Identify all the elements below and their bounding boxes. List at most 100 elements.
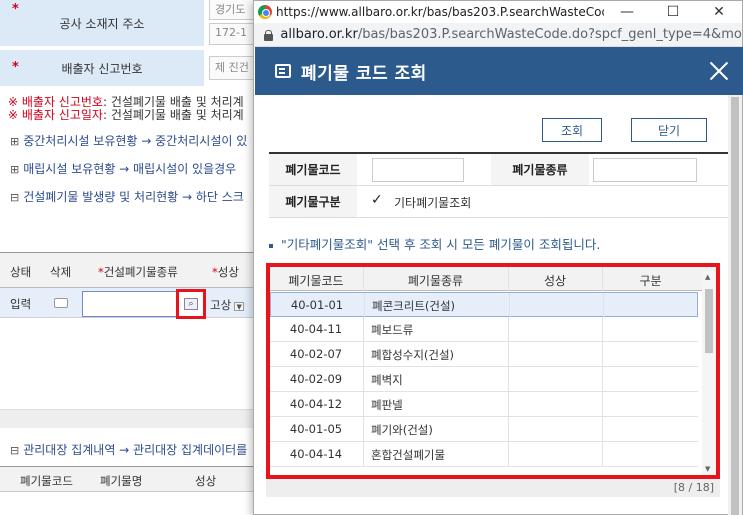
ledger-col-code: 폐기물코드 xyxy=(20,474,73,488)
link-management-ledger[interactable]: ⊟ 관리대장 집계내역 → 관리대장 집계데이터를 xyxy=(10,441,247,458)
link-landfill-facility-text: 매립시설 보유현황 → 매립시설이 있을경우 xyxy=(23,162,237,176)
col-waste-type: 건설폐기물종류 xyxy=(98,264,178,280)
other-waste-checkbox-label: 기타폐기물조회 xyxy=(394,196,472,210)
note-reg-number-rest: : 건설폐기물 배출 및 처리계 xyxy=(102,95,244,109)
waste-code-search-button[interactable]: ⌕ xyxy=(176,289,206,319)
collapse-icon: ⊟ xyxy=(10,444,20,457)
required-mark-2: * xyxy=(12,60,19,75)
link-landfill-facility[interactable]: ⊞ 매립시설 보유현황 → 매립시설이 있을경우 xyxy=(10,160,236,177)
search-button[interactable]: 조회 xyxy=(542,118,602,142)
result-name: 폐보드류 xyxy=(371,323,414,337)
waste-type-search-input[interactable] xyxy=(593,158,697,182)
site-address-input-2[interactable]: 172-1 xyxy=(209,23,259,45)
result-col-category: 구분 xyxy=(639,274,662,288)
note-reg-number: ※ 배출자 신고번호: 건설폐기물 배출 및 처리계 xyxy=(8,95,244,109)
result-grid: 폐기물코드 폐기물종류 성상 구분 40-01-01 폐콘크리트(건설) 40-… xyxy=(266,263,720,479)
link-waste-generation[interactable]: ⊟ 건설폐기물 발생량 및 처리현황 → 하단 스크 xyxy=(10,188,244,205)
waste-grid-footer xyxy=(0,410,265,428)
result-code: 40-04-14 xyxy=(289,447,343,461)
lock-icon xyxy=(264,29,274,41)
result-scrollbar[interactable]: ▲ ▼ xyxy=(702,271,716,475)
divider xyxy=(363,417,364,441)
result-name: 폐벽지 xyxy=(371,373,403,387)
address-bar[interactable]: allbaro.or.kr/bas/bas203.P.searchWasteCo… xyxy=(254,23,742,47)
divider xyxy=(364,293,365,317)
result-name: 폐기와(건설) xyxy=(371,423,433,437)
result-col-property: 성상 xyxy=(543,274,567,288)
bullet-icon xyxy=(269,243,273,248)
magnifier-icon: ⌕ xyxy=(184,298,198,310)
col-property: 성상 xyxy=(212,264,239,280)
ledger-grid-header: 폐기물코드 폐기물명 성상 xyxy=(0,466,265,492)
site-address-input-1[interactable]: 경기도 xyxy=(209,0,259,20)
divider xyxy=(363,367,364,391)
code-label: 폐기물코드 xyxy=(269,154,357,185)
divider xyxy=(602,367,603,391)
result-row[interactable]: 40-04-12 폐판넬 xyxy=(270,392,698,417)
link-intermediate-facility-text: 중간처리시설 보유현황 → 중간처리시설이 있 xyxy=(23,134,248,148)
close-icon[interactable] xyxy=(699,51,739,91)
divider xyxy=(508,317,509,341)
divider xyxy=(602,317,603,341)
waste-code-popup-window: https://www.allbaro.or.kr/bas/bas203.P.s… xyxy=(253,0,743,515)
scroll-up-icon[interactable]: ▲ xyxy=(705,273,710,281)
divider xyxy=(508,417,509,441)
result-code: 40-04-11 xyxy=(289,322,343,336)
scroll-thumb[interactable] xyxy=(705,289,713,353)
chevron-down-icon: ▼ xyxy=(234,302,245,311)
window-titlebar[interactable]: https://www.allbaro.or.kr/bas/bas203.P.s… xyxy=(254,1,742,23)
delete-checkbox[interactable] xyxy=(54,298,68,308)
result-name: 혼합건설폐기물 xyxy=(371,448,446,462)
col-delete: 삭제 xyxy=(50,265,72,279)
result-code: 40-02-09 xyxy=(289,372,343,386)
result-row[interactable]: 40-04-11 폐보드류 xyxy=(270,317,698,342)
reg-number-input[interactable]: 제 진건 xyxy=(209,56,259,80)
result-row[interactable]: 40-01-01 폐콘크리트(건설) xyxy=(270,292,698,317)
result-row[interactable]: 40-02-07 폐합성수지(건설) xyxy=(270,342,698,367)
search-row-1: 폐기물코드 폐기물종류 xyxy=(269,154,729,186)
result-row[interactable]: 40-02-09 폐벽지 xyxy=(270,367,698,392)
divider xyxy=(363,392,364,416)
required-mark: * xyxy=(12,2,19,17)
note-reg-date-red: ※ 배출자 신고일자 xyxy=(8,108,103,122)
divider xyxy=(508,342,509,366)
link-intermediate-facility[interactable]: ⊞ 중간처리시설 보유현황 → 중간처리시설이 있 xyxy=(10,132,247,149)
waste-grid-header: 상태 삭제 건설폐기물종류 성상 xyxy=(0,252,265,288)
divider xyxy=(363,342,364,366)
result-code: 40-01-01 xyxy=(290,298,344,312)
waste-grid-body xyxy=(0,318,265,410)
popup-title: 폐기물 코드 조회 xyxy=(301,63,427,84)
divider xyxy=(363,442,364,466)
info-message-text: "기타폐기물조회" 선택 후 조회 시 모든 폐기물이 조회됩니다. xyxy=(281,237,601,252)
window-scroll-thumb[interactable] xyxy=(731,97,739,515)
result-name: 폐콘크리트(건설) xyxy=(372,299,456,313)
other-waste-checkbox[interactable]: ✓ xyxy=(371,192,387,208)
expand-icon: ⊞ xyxy=(10,135,20,148)
divider xyxy=(508,367,509,391)
scroll-down-icon[interactable]: ▼ xyxy=(705,465,710,473)
window-scrollbar[interactable] xyxy=(728,95,742,515)
waste-code-input[interactable] xyxy=(372,158,464,182)
window-title: https://www.allbaro.or.kr/bas/bas203.P.s… xyxy=(276,5,604,19)
info-message: "기타폐기물조회" 선택 후 조회 시 모든 폐기물이 조회됩니다. xyxy=(269,234,600,253)
result-col-type: 폐기물종류 xyxy=(407,274,464,288)
result-row[interactable]: 40-04-14 혼합건설폐기물 xyxy=(270,442,698,467)
reg-number-label-text: 배출자 신고번호 xyxy=(61,61,143,76)
search-row-2: 폐기물구분 ✓ 기타폐기물조회 xyxy=(269,186,729,218)
close-button[interactable]: 닫기 xyxy=(631,118,707,142)
result-code: 40-01-05 xyxy=(289,422,343,436)
site-address-label-text: 공사 소재지 주소 xyxy=(59,16,145,31)
result-row[interactable]: 40-01-05 폐기와(건설) xyxy=(270,417,698,442)
expand-icon: ⊞ xyxy=(10,163,20,176)
minimize-button[interactable]: — xyxy=(604,4,650,20)
maximize-button[interactable]: ☐ xyxy=(650,4,696,20)
divider xyxy=(602,442,603,466)
chrome-icon xyxy=(258,5,272,19)
divider xyxy=(509,293,510,317)
link-waste-generation-text: 건설폐기물 발생량 및 처리현황 → 하단 스크 xyxy=(23,190,244,204)
property-select[interactable]: 고상 ▼ xyxy=(210,297,245,313)
window-close-button[interactable]: ✕ xyxy=(696,4,742,20)
divider xyxy=(603,293,604,317)
paging-indicator: [8 / 18] xyxy=(266,479,720,497)
note-reg-number-red: ※ 배출자 신고번호 xyxy=(8,95,103,109)
